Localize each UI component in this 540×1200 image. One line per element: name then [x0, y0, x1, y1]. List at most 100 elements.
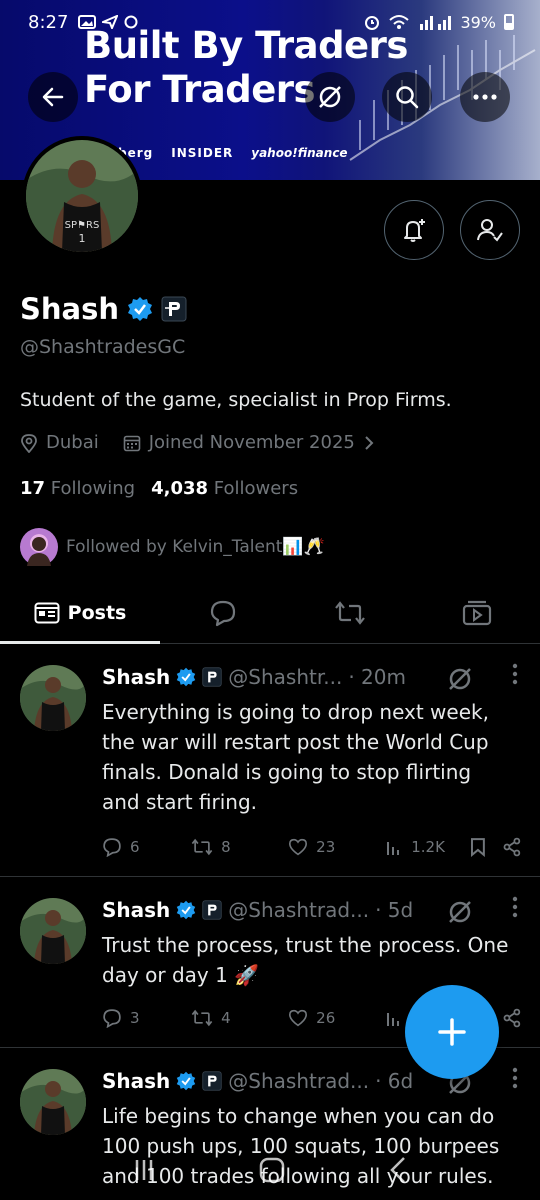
tab-posts[interactable]: Posts: [0, 582, 160, 644]
affiliate-badge-icon[interactable]: [161, 296, 187, 322]
profile-bio: Student of the game, specialist in Prop …: [20, 389, 452, 411]
battery-icon: [504, 14, 514, 30]
views-icon: [387, 1013, 400, 1026]
verified-badge-icon: [177, 1071, 196, 1091]
post-author-name[interactable]: Shash: [102, 898, 170, 922]
verified-badge-icon: [177, 900, 196, 920]
banner-headline-line2: For Traders: [84, 68, 316, 111]
tab-media[interactable]: [413, 582, 540, 643]
repost-icon: [191, 838, 213, 856]
post-time[interactable]: · 6d: [375, 1069, 413, 1093]
posts-tab-icon: [34, 602, 60, 623]
chevron-right-icon: [365, 435, 374, 450]
post[interactable]: Shash @Shashtr... · 20m Everything is go…: [0, 645, 540, 877]
reply-count: 6: [130, 838, 140, 856]
followed-by-text: Followed by Kelvin_Talent📊🥂: [66, 537, 325, 557]
post-time[interactable]: · 5d: [375, 898, 413, 922]
repost-button[interactable]: 4: [191, 1009, 288, 1027]
follower-avatar: [20, 528, 58, 566]
profile-tabs: Posts: [0, 582, 540, 644]
notifications-button[interactable]: [384, 200, 444, 260]
repost-count: 8: [221, 838, 231, 856]
like-icon: [289, 838, 308, 856]
followers-link[interactable]: 4,038 Followers: [151, 478, 298, 499]
tab-reposts[interactable]: [287, 582, 414, 643]
share-icon[interactable]: [502, 837, 522, 857]
status-bar: 8:27 39%: [0, 0, 540, 44]
home-icon[interactable]: [257, 1155, 287, 1185]
like-button[interactable]: 26: [288, 1009, 385, 1027]
profile-joined[interactable]: Joined November 2025: [123, 432, 375, 453]
search-icon: [396, 86, 419, 109]
back-button[interactable]: [28, 72, 78, 122]
battery-percent: 39%: [460, 12, 496, 32]
replies-tab-icon: [211, 600, 236, 626]
post-avatar[interactable]: [20, 665, 86, 731]
post-header: Shash @Shashtrad... · 5d: [102, 898, 413, 922]
grok-slash-icon[interactable]: [446, 898, 474, 926]
grok-slash-icon[interactable]: [446, 665, 474, 693]
tab-posts-label: Posts: [67, 601, 127, 624]
follow-stats: 17 Following 4,038 Followers: [20, 478, 298, 499]
followers-label: Followers: [213, 478, 299, 499]
notification-icons: [78, 15, 138, 29]
reply-icon: [103, 838, 121, 857]
back-arrow-icon: [42, 87, 64, 107]
reposts-tab-icon: [335, 600, 365, 625]
followers-count: 4,038: [151, 478, 209, 499]
affiliate-badge-icon: [202, 1071, 222, 1091]
wifi-icon: [389, 15, 410, 29]
post-time[interactable]: · 20m: [348, 665, 406, 689]
avatar: SP⚑RS 1: [26, 140, 138, 252]
post-actions: 6 8 23 1.2K: [102, 837, 522, 857]
post-avatar[interactable]: [20, 1069, 86, 1135]
bell-plus-icon: [404, 219, 425, 242]
profile-location: Dubai: [20, 432, 99, 453]
more-options-button[interactable]: [460, 72, 510, 122]
more-icon[interactable]: [512, 1067, 518, 1089]
post-text: Trust the process, trust the process. On…: [102, 933, 509, 987]
profile-meta: Dubai Joined November 2025: [20, 432, 375, 453]
like-button[interactable]: 23: [288, 838, 385, 856]
back-nav-icon[interactable]: [386, 1155, 410, 1185]
banner-press-logos: berg INSIDER yahoo!finance: [118, 146, 348, 160]
location-text: Dubai: [46, 432, 99, 453]
views-button[interactable]: 1.2K: [385, 838, 470, 856]
like-icon: [289, 1009, 308, 1027]
following-button[interactable]: [460, 200, 520, 260]
person-check-icon: [477, 219, 503, 242]
reply-button[interactable]: 6: [102, 837, 191, 857]
post-author-name[interactable]: Shash: [102, 1069, 170, 1093]
profile-handle: @ShashtradesGC: [20, 336, 186, 358]
following-link[interactable]: 17 Following: [20, 478, 135, 499]
repost-icon: [191, 1009, 213, 1027]
share-icon[interactable]: [502, 1008, 522, 1028]
recent-apps-icon[interactable]: [130, 1156, 158, 1184]
more-icon[interactable]: [512, 896, 518, 918]
post-text: Everything is going to drop next week, t…: [102, 700, 489, 814]
reply-button[interactable]: 3: [102, 1008, 191, 1028]
repost-button[interactable]: 8: [191, 838, 288, 856]
grok-button[interactable]: [305, 72, 355, 122]
post-author-handle: @Shashtr...: [228, 665, 343, 689]
followed-by-row[interactable]: Followed by Kelvin_Talent📊🥂: [20, 528, 325, 566]
post-header: Shash @Shashtr... · 20m: [102, 665, 406, 689]
like-count: 23: [316, 838, 336, 856]
bookmark-icon[interactable]: [470, 837, 486, 857]
profile-avatar[interactable]: SP⚑RS 1: [22, 136, 142, 256]
post-avatar[interactable]: [20, 898, 86, 964]
svg-text:1: 1: [79, 232, 86, 245]
signal-icon: [420, 16, 452, 30]
compose-plus-icon: [438, 1018, 466, 1046]
verified-badge-icon[interactable]: [127, 296, 153, 322]
search-button[interactable]: [382, 72, 432, 122]
grok-slash-icon: [319, 86, 341, 108]
post-author-name[interactable]: Shash: [102, 665, 170, 689]
tab-replies[interactable]: [160, 582, 287, 643]
post-header: Shash @Shashtrad... · 6d: [102, 1069, 413, 1093]
views-count: 1.2K: [411, 838, 445, 856]
views-icon: [387, 842, 400, 855]
compose-post-button[interactable]: [405, 985, 499, 1079]
more-icon[interactable]: [512, 663, 518, 685]
joined-text: Joined November 2025: [148, 432, 355, 453]
